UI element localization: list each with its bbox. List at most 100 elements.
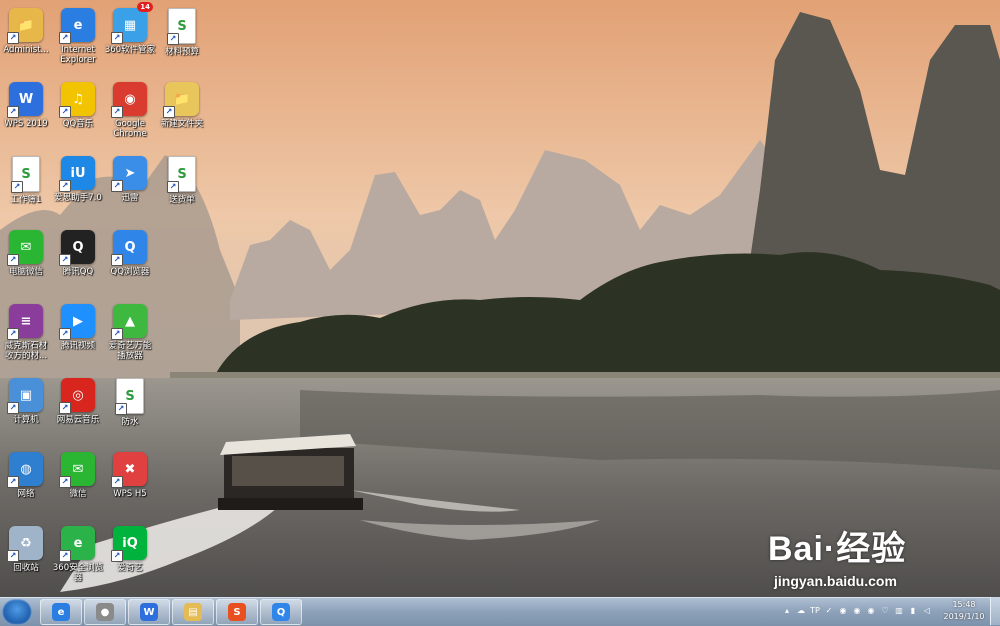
desktop-icon-iqiyi[interactable]: iQ ↗ 爱奇艺 [104,522,156,594]
shortcut-arrow-icon: ↗ [111,476,123,488]
taskbar-wps-icon: W [140,603,158,621]
tray-icon-1[interactable]: ☁ [796,606,806,616]
tray-icon-3[interactable]: ✓ [824,606,834,616]
desktop-icon-delivery-note[interactable]: S ↗ 送货单 [156,152,208,224]
internet-explorer-icon: e ↗ [59,8,95,44]
desktop-icon-iqiyi-player[interactable]: ▲ ↗ 爱奇艺万能 播放器 [104,300,156,372]
taskbar-wps-button[interactable]: W [128,599,170,625]
desktop-icon-new-folder[interactable]: 📁 ↗ 新建文件夹 [156,78,208,150]
desktop-icon-label: 计算机 [13,415,39,425]
administrator-folder-icon: 📁 ↗ [7,8,43,44]
computer-icon: ▣ ↗ [7,378,43,414]
desktop-icon-label: WPS H5 [113,489,147,499]
desktop-icon-network[interactable]: ◍ ↗ 网络 [0,448,52,520]
desktop-icon-recycle-bin[interactable]: ♻ ↗ 回收站 [0,522,52,594]
desktop-icon-pc-wechat[interactable]: ✉ ↗ 电脑微信 [0,226,52,298]
taskbar-photo-viewer-icon: ● [96,603,114,621]
taskbar-qq-browser-button[interactable]: Q [260,599,302,625]
desktop-icon-computer[interactable]: ▣ ↗ 计算机 [0,374,52,446]
desktop-icon-workbook-1[interactable]: S ↗ 工作簿1 [0,152,52,224]
desktop-icon-wechat[interactable]: ✉ ↗ 微信 [52,448,104,520]
tray-icon-4[interactable]: ◉ [838,606,848,616]
qq-music-icon: ♫ ↗ [59,82,95,118]
shortcut-arrow-icon: ↗ [59,476,71,488]
desktop-icon-label: 新建文件夹 [160,119,204,129]
tray-icon-2[interactable]: TP [810,606,820,616]
desktop-icon-qq-music[interactable]: ♫ ↗ QQ音乐 [52,78,104,150]
desktop-icon-waterproof-file[interactable]: S ↗ 防水 [104,374,156,446]
tray-icon-5[interactable]: ◉ [852,606,862,616]
new-folder-icon: 📁 ↗ [163,82,199,118]
desktop-icon-label: 工作簿1 [10,195,42,205]
desktop-icon-internet-explorer[interactable]: e ↗ Internet Explorer [52,4,104,76]
wps-h5-icon: ✖ ↗ [111,452,147,488]
360-browser-icon: e ↗ [59,526,95,562]
winrar-archive-icon: ≡ ↗ [7,304,43,340]
desktop-icon-360-browser[interactable]: e ↗ 360安全浏览 器 [52,522,104,594]
shortcut-arrow-icon: ↗ [167,33,179,45]
tray-icon-0[interactable]: ▴ [782,606,792,616]
desktop-icon-xunlei[interactable]: ➤ ↗ 迅雷 [104,152,156,224]
desktop-icon-aisi-assistant[interactable]: iU ↗ 爱思助手7.0 [52,152,104,224]
desktop-icon-360-software-manager[interactable]: ▦ ↗ 14 360软件管家 [104,2,156,76]
taskbar-internet-explorer-button[interactable]: e [40,599,82,625]
desktop-icon-wps-h5[interactable]: ✖ ↗ WPS H5 [104,448,156,520]
shortcut-arrow-icon: ↗ [59,328,71,340]
desktop-icon-google-chrome[interactable]: ◉ ↗ Google Chrome [104,78,156,150]
delivery-note-icon: S ↗ [167,156,196,193]
desktop-icon-label: QQ音乐 [62,119,94,129]
desktop-icon-label: 材料预算 [164,47,199,57]
baidu-logo: Bai·经验 [768,530,907,568]
desktop-icon-wps-2019[interactable]: W ↗ WPS 2019 [0,78,52,150]
baidu-jingyan-watermark: Bai·经验 jingyan.baidu.com [768,515,978,600]
wps-2019-icon: W ↗ [7,82,43,118]
xunlei-icon: ➤ ↗ [111,156,147,192]
desktop-icon-label: 腾讯QQ [62,267,94,277]
tray-icon-6[interactable]: ◉ [866,606,876,616]
tray-icon-10[interactable]: ◁ [922,606,932,616]
shortcut-arrow-icon: ↗ [59,550,71,562]
taskbar-file-explorer-button[interactable]: ▤ [172,599,214,625]
desktop-icon-label: 爱奇艺万能 播放器 [108,341,152,361]
recycle-bin-icon: ♻ ↗ [7,526,43,562]
taskbar-internet-explorer-icon: e [52,603,70,621]
desktop-icon-tencent-qq[interactable]: Q ↗ 腾讯QQ [52,226,104,298]
taskbar: e ● W ▤ S Q [0,597,1000,626]
show-desktop-button[interactable] [990,597,1000,625]
taskbar-photo-viewer-button[interactable]: ● [84,599,126,625]
desktop-icon-label: 360软件管家 [104,45,156,55]
desktop-icon-label: WPS 2019 [4,119,48,129]
desktop-icon-label: QQ浏览器 [110,267,150,277]
notification-badge: 14 [137,2,153,12]
desktop-icon-netease-music[interactable]: ◎ ↗ 网易云音乐 [52,374,104,446]
shortcut-arrow-icon: ↗ [111,328,123,340]
desktop-icon-label: 微信 [69,489,87,499]
shortcut-arrow-icon: ↗ [111,32,123,44]
desktop-icon-winrar-archive[interactable]: ≡ ↗ 威克斯石材 收方的材... [0,300,52,372]
iqiyi-player-icon: ▲ ↗ [111,304,147,340]
desktop-icon-administrator-folder[interactable]: 📁 ↗ Administ... [0,4,52,76]
shortcut-arrow-icon: ↗ [59,402,71,414]
desktop-icon-label: 网络 [17,489,35,499]
clock-date[interactable]: 2019/1/10 [941,612,987,621]
desktop-icon-tencent-video[interactable]: ▶ ↗ 腾讯视频 [52,300,104,372]
start-button[interactable] [2,599,32,625]
desktop-icon-material-budget-file[interactable]: S ↗ 材料预算 [156,4,208,76]
tray-icon-9[interactable]: ▮ [908,606,918,616]
taskbar-sogou-input-button[interactable]: S [216,599,258,625]
tray-icon-8[interactable]: ▥ [894,606,904,616]
shortcut-arrow-icon: ↗ [115,403,127,415]
shortcut-arrow-icon: ↗ [7,106,19,118]
watermark-url: jingyan.baidu.com [774,573,897,589]
shortcut-arrow-icon: ↗ [167,181,179,193]
taskbar-file-explorer-icon: ▤ [184,603,202,621]
tray-icon-7[interactable]: ♡ [880,606,890,616]
network-icon: ◍ ↗ [7,452,43,488]
desktop-icon-qq-browser[interactable]: Q ↗ QQ浏览器 [104,226,156,298]
shortcut-arrow-icon: ↗ [7,32,19,44]
clock-time[interactable]: 15:48 [946,600,982,609]
iqiyi-icon: iQ ↗ [111,526,147,562]
desktop-icon-label: 回收站 [13,563,39,573]
tencent-qq-icon: Q ↗ [59,230,95,266]
shortcut-arrow-icon: ↗ [7,254,19,266]
